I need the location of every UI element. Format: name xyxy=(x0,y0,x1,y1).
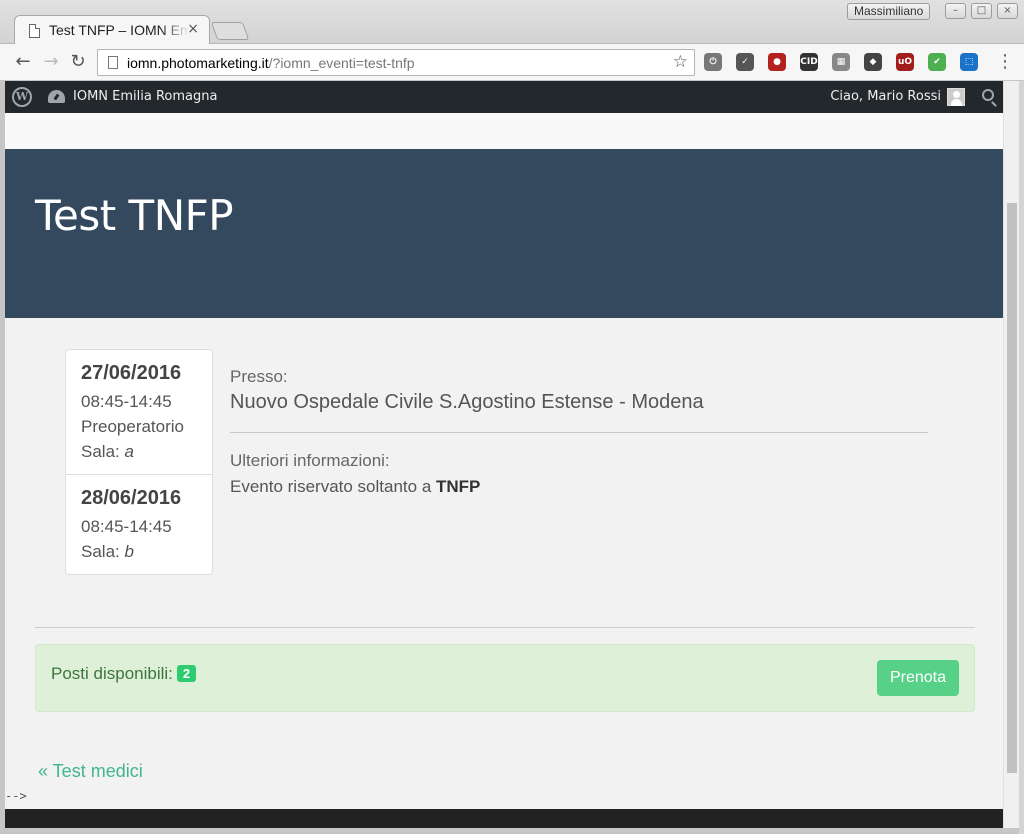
ublock-extension-icon[interactable]: uO xyxy=(896,53,914,71)
more-info-label: Ulteriori informazioni: xyxy=(230,451,390,470)
seats-count-badge: 2 xyxy=(176,665,197,682)
event-time: 08:45-14:45 xyxy=(81,517,172,536)
date-item: 28/06/2016 08:45-14:45 Sala: b xyxy=(66,475,212,574)
avatar[interactable] xyxy=(947,88,965,106)
screenshot-extension-icon[interactable]: ⬚ xyxy=(960,53,978,71)
address-bar[interactable]: iomn.photomarketing.it/?iomn_eventi=test… xyxy=(97,49,695,76)
wordpress-logo-icon[interactable]: W xyxy=(12,87,32,107)
page-info-icon[interactable] xyxy=(108,56,118,69)
room-label: Sala: xyxy=(81,442,120,461)
event-date: 28/06/2016 xyxy=(81,487,182,509)
pocket-extension-icon[interactable]: ✓ xyxy=(736,53,754,71)
venue-name: Nuovo Ospedale Civile S.Agostino Estense… xyxy=(230,391,704,413)
page-scrollbar[interactable] xyxy=(1003,81,1019,828)
room-value: b xyxy=(124,542,134,561)
map-pin-extension-icon[interactable]: ● xyxy=(768,53,786,71)
event-dates-card: 27/06/2016 08:45-14:45 Preoperatorio Sal… xyxy=(65,349,213,575)
event-room: Sala: a xyxy=(81,439,212,464)
forward-button[interactable]: → xyxy=(40,51,62,73)
bulb-extension-icon[interactable]: ◆ xyxy=(864,53,882,71)
minimize-button[interactable]: – xyxy=(945,3,966,19)
browser-toolbar: ← → ↻ iomn.photomarketing.it/?iomn_event… xyxy=(0,44,1024,81)
event-time: 08:45-14:45 xyxy=(81,392,172,411)
browser-tab[interactable]: Test TNFP – IOMN Emilia Romagna × xyxy=(14,15,210,45)
cid-extension-icon[interactable]: CID xyxy=(800,53,818,71)
event-date: 27/06/2016 xyxy=(81,362,182,384)
url-text[interactable]: iomn.photomarketing.it/?iomn_eventi=test… xyxy=(127,55,415,71)
bookmark-star-icon[interactable]: ☆ xyxy=(673,52,688,72)
reload-button[interactable]: ↻ xyxy=(67,51,89,73)
close-window-button[interactable]: × xyxy=(997,3,1018,19)
tab-title: Test TNFP – IOMN Emilia Romagna xyxy=(49,22,189,38)
bank-extension-icon[interactable]: ▦ xyxy=(832,53,850,71)
event-hero: Test TNFP xyxy=(5,149,1003,318)
search-icon[interactable] xyxy=(982,89,994,101)
event-info: Presso: Nuovo Ospedale Civile S.Agostino… xyxy=(230,367,928,497)
previous-event-link[interactable]: « Test medici xyxy=(38,761,143,782)
event-type: Preoperatorio xyxy=(81,417,185,436)
browser-menu-icon[interactable]: ⋮ xyxy=(996,51,1014,72)
book-button[interactable]: Prenota xyxy=(876,660,959,696)
more-info-body: Evento riservato soltanto a xyxy=(230,477,432,496)
user-greeting[interactable]: Ciao, Mario Rossi xyxy=(830,89,941,104)
site-name-link[interactable]: IOMN Emilia Romagna xyxy=(73,89,217,104)
available-seats-label: Posti disponibili: xyxy=(51,664,173,683)
window-border xyxy=(1019,81,1024,834)
new-tab-button[interactable] xyxy=(210,22,250,40)
close-icon[interactable]: × xyxy=(187,21,199,37)
more-info-bold: TNFP xyxy=(436,477,481,496)
availability-box: Posti disponibili: 2 Prenota xyxy=(35,644,975,712)
date-item: 27/06/2016 08:45-14:45 Preoperatorio Sal… xyxy=(66,350,212,475)
site-footer xyxy=(5,809,1003,828)
room-value: a xyxy=(124,442,134,461)
section-divider xyxy=(35,627,975,628)
scrollbar-thumb[interactable] xyxy=(1007,203,1017,773)
url-host: iomn.photomarketing.it xyxy=(127,55,269,71)
browser-titlebar: Test TNFP – IOMN Emilia Romagna × Massim… xyxy=(0,0,1024,45)
room-label: Sala: xyxy=(81,542,120,561)
url-path: /?iomn_eventi=test-tnfp xyxy=(268,55,415,71)
wp-admin-bar: W IOMN Emilia Romagna Ciao, Mario Rossi xyxy=(5,81,1003,113)
info-divider xyxy=(230,432,928,433)
power-extension-icon[interactable]: ⏻ xyxy=(704,53,722,71)
venue-label: Presso: xyxy=(230,367,288,386)
stray-comment-text: --> xyxy=(5,789,27,803)
event-room: Sala: b xyxy=(81,539,212,564)
site-header-strip xyxy=(5,113,1003,149)
available-seats: Posti disponibili: 2 xyxy=(51,664,197,684)
page-title: Test TNFP xyxy=(35,191,234,240)
dashboard-icon[interactable] xyxy=(48,90,65,103)
profile-button[interactable]: Massimiliano xyxy=(847,3,931,20)
page-viewport: W IOMN Emilia Romagna Ciao, Mario Rossi … xyxy=(5,81,1003,828)
maximize-button[interactable]: □ xyxy=(971,3,992,19)
checkmark-extension-icon[interactable]: ✔ xyxy=(928,53,946,71)
more-info-text: Evento riservato soltanto a TNFP xyxy=(230,477,928,497)
back-button[interactable]: ← xyxy=(12,51,34,73)
page-icon xyxy=(29,24,40,38)
